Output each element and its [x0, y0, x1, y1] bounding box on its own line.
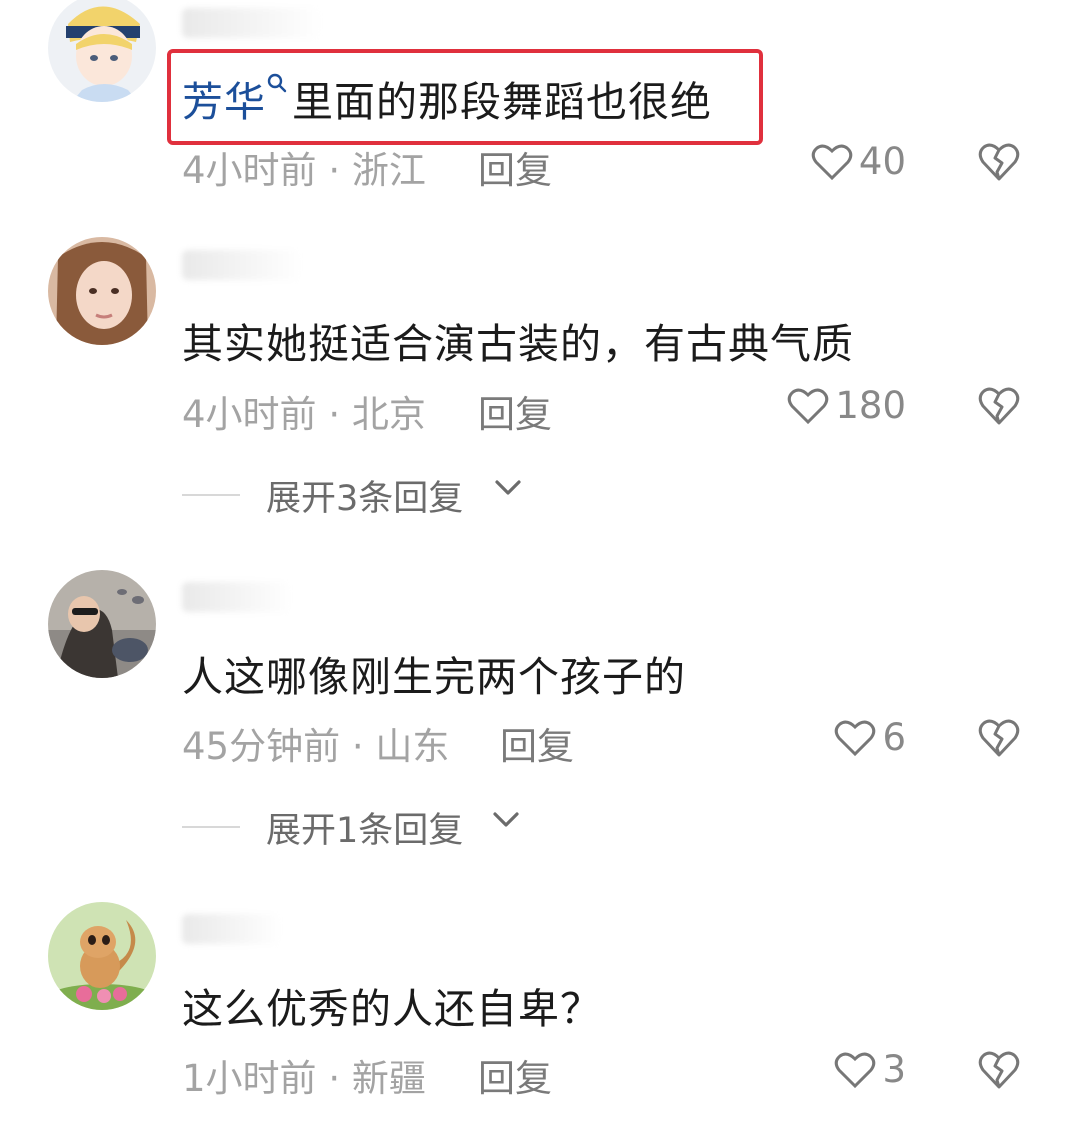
like-button[interactable]: 40	[811, 140, 906, 183]
avatar-anime-boy-image	[48, 0, 156, 102]
username-blurred[interactable]	[182, 250, 302, 280]
avatar-woman-pigeons-photo	[48, 570, 156, 678]
avatar[interactable]	[48, 570, 156, 678]
time-location: 1小时前 · 新疆	[182, 1057, 426, 1100]
heart-outline-icon	[835, 1052, 876, 1088]
like-button[interactable]: 6	[834, 716, 906, 759]
username-blurred[interactable]	[182, 914, 282, 944]
chevron-down-icon	[493, 812, 519, 827]
divider	[182, 826, 240, 828]
like-count: 180	[835, 384, 906, 427]
time-location: 4小时前 · 北京	[182, 393, 426, 436]
avatar[interactable]	[48, 902, 156, 1010]
broken-heart-icon[interactable]	[978, 142, 1020, 182]
broken-heart-icon[interactable]	[978, 1050, 1020, 1090]
avatar[interactable]	[48, 237, 156, 345]
expand-replies-button[interactable]: 展开1条回复	[182, 802, 782, 852]
comment-meta: 1小时前 · 新疆 回复 3	[182, 1048, 1080, 1100]
comment-text: 其实她挺适合演古装的，有古典气质	[182, 320, 854, 368]
reply-button[interactable]: 回复	[500, 716, 574, 770]
time-location: 45分钟前 · 山东	[182, 725, 450, 768]
avatar-woman-photo	[48, 237, 156, 345]
expand-label: 展开1条回复	[266, 811, 464, 851]
comment-meta: 4小时前 · 北京 回复 180	[182, 384, 1080, 436]
avatar[interactable]	[48, 0, 156, 102]
heart-outline-icon	[788, 388, 829, 424]
chevron-down-icon	[495, 480, 521, 495]
reply-button[interactable]: 回复	[478, 1048, 552, 1102]
comment-text: 人这哪像刚生完两个孩子的	[182, 653, 686, 701]
expand-replies-button[interactable]: 展开3条回复	[182, 470, 782, 520]
mention-link[interactable]: 芳华	[182, 73, 292, 126]
broken-heart-icon[interactable]	[978, 386, 1020, 426]
like-count: 6	[882, 716, 906, 759]
username-blurred[interactable]	[182, 8, 322, 38]
comment-text: 这么优秀的人还自卑？	[182, 985, 602, 1033]
avatar-squirrel-image	[48, 902, 156, 1010]
username-blurred[interactable]	[182, 582, 292, 612]
reply-button[interactable]: 回复	[478, 140, 552, 194]
comment-meta: 45分钟前 · 山东 回复 6	[182, 716, 1080, 768]
comment-text: 芳华 里面的那段舞蹈也很绝	[182, 68, 712, 128]
like-count: 40	[858, 140, 906, 183]
broken-heart-icon[interactable]	[978, 718, 1020, 758]
like-button[interactable]: 180	[787, 384, 906, 427]
like-button[interactable]: 3	[834, 1048, 906, 1091]
time-location: 4小时前 · 浙江	[182, 149, 426, 192]
reply-button[interactable]: 回复	[478, 384, 552, 438]
heart-outline-icon	[811, 144, 853, 180]
comment-meta: 4小时前 · 浙江 回复 40	[182, 140, 1080, 192]
search-icon	[267, 73, 287, 93]
heart-outline-icon	[835, 720, 876, 756]
expand-label: 展开3条回复	[266, 479, 464, 519]
divider	[182, 494, 240, 496]
like-count: 3	[882, 1048, 906, 1091]
